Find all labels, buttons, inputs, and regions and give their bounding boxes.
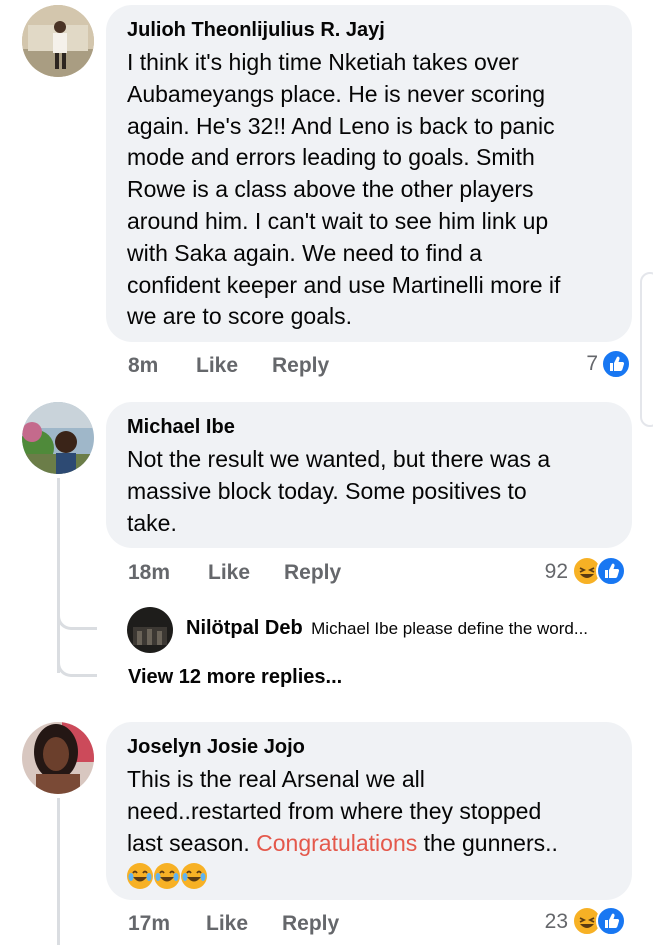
reply-button[interactable]: Reply [282, 912, 339, 936]
timestamp[interactable]: 17m [128, 912, 170, 936]
comment-text: Not the result we wanted, but there was … [127, 446, 551, 536]
reaction-summary[interactable] [601, 349, 631, 379]
like-button[interactable]: Like [208, 561, 250, 585]
comment-text: I think it's high time Nketiah takes ove… [127, 49, 561, 330]
laughing-emoji-icon [154, 863, 180, 890]
comment-author[interactable]: Julioh Theonlijulius R. Jayj [127, 17, 632, 43]
reaction-summary[interactable] [572, 556, 626, 586]
timestamp[interactable]: 8m [128, 354, 158, 378]
like-button[interactable]: Like [196, 354, 238, 378]
reply-snippet: Michael Ibe please define the word... [311, 619, 589, 638]
like-reaction-icon [596, 556, 626, 586]
thread-line [57, 478, 60, 673]
avatar[interactable] [22, 5, 94, 77]
like-reaction-icon [596, 906, 626, 936]
comment-text: This is the real Arsenal we all need..re… [127, 764, 632, 893]
avatar[interactable] [127, 607, 173, 653]
comment-author[interactable]: Joselyn Josie Jojo [127, 734, 632, 760]
timestamp[interactable]: 18m [128, 561, 170, 585]
reply-button[interactable]: Reply [284, 561, 341, 585]
reply-button[interactable]: Reply [272, 354, 329, 378]
reaction-count[interactable]: 92 [528, 560, 568, 584]
avatar[interactable] [22, 722, 94, 794]
reply-preview[interactable]: Nilötpal Deb Michael Ibe please define t… [186, 617, 588, 640]
comment-bubble: Julioh Theonlijulius R. Jayj I think it'… [106, 5, 632, 342]
reaction-summary[interactable] [572, 906, 626, 936]
reaction-count[interactable]: 23 [528, 910, 568, 934]
laughing-emoji-icon [127, 863, 153, 890]
avatar[interactable] [22, 402, 94, 474]
reply-author[interactable]: Nilötpal Deb [186, 617, 303, 639]
thread-branch [57, 610, 97, 630]
side-panel-edge [640, 272, 653, 427]
like-reaction-icon [601, 349, 631, 379]
like-button[interactable]: Like [206, 912, 248, 936]
thread-line [57, 798, 60, 945]
mention-link[interactable]: Congratulations [256, 830, 417, 856]
laughing-emoji-icon [181, 863, 207, 890]
emoji-row [127, 859, 632, 893]
comment-bubble: Michael Ibe Not the result we wanted, bu… [106, 402, 632, 548]
view-more-replies-link[interactable]: View 12 more replies... [128, 666, 342, 689]
comment-author[interactable]: Michael Ibe [127, 414, 632, 440]
reaction-count[interactable]: 7 [560, 352, 598, 376]
comment-bubble: Joselyn Josie Jojo This is the real Arse… [106, 722, 632, 900]
thread-branch [57, 655, 97, 677]
